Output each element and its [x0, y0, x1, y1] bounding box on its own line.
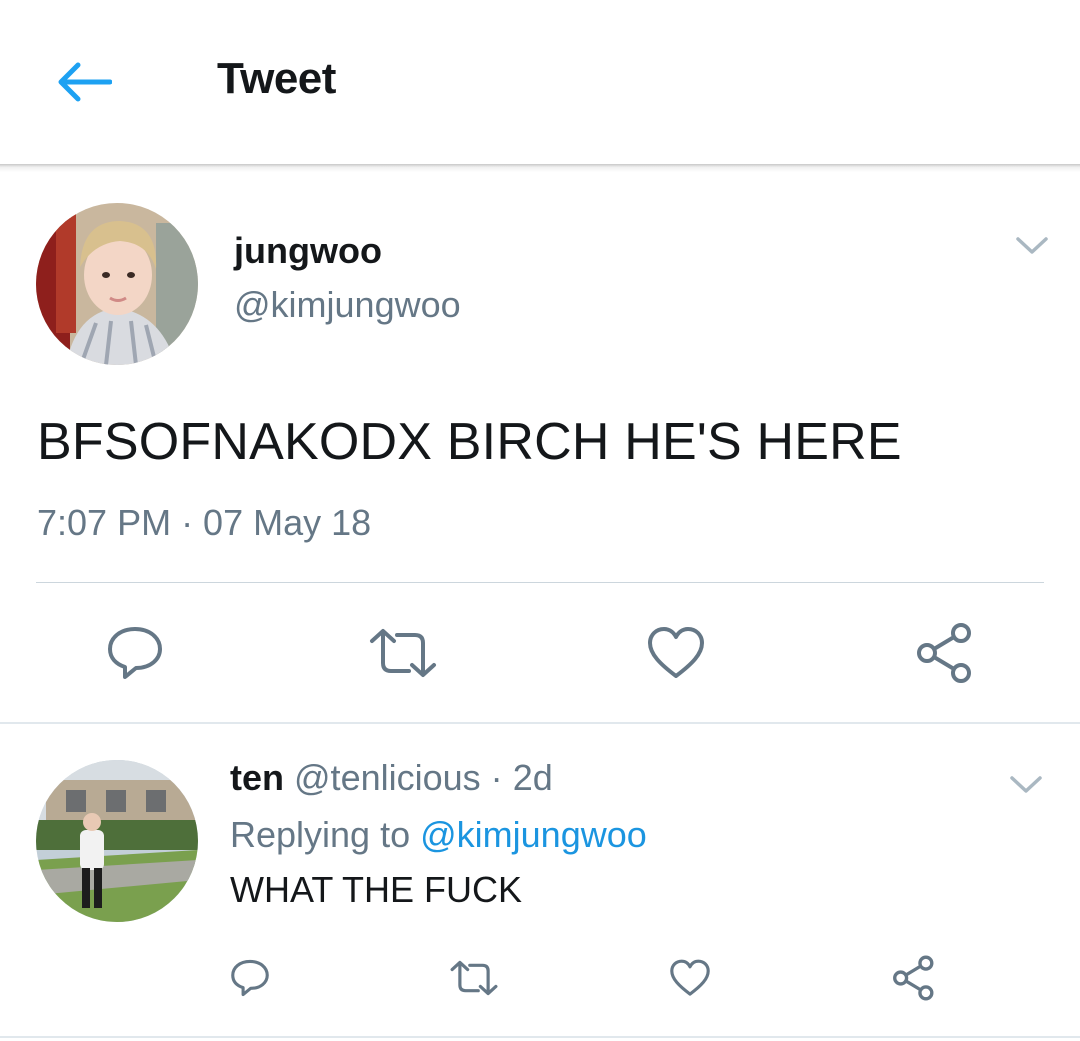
author-name[interactable]: jungwoo [234, 230, 382, 272]
reply-author-name[interactable]: ten [230, 757, 284, 798]
page-title: Tweet [217, 54, 336, 103]
top-bar-shadow [0, 164, 1080, 172]
section-separator [0, 722, 1080, 724]
reply-retweet-button[interactable] [446, 950, 502, 1006]
reply-text: WHAT THE FUCK [230, 869, 523, 910]
like-icon [670, 959, 710, 996]
avatar-photo [36, 760, 198, 922]
author-handle[interactable]: @kimjungwoo [234, 284, 461, 326]
tweet-timestamp[interactable]: 7:07 PM · 07 May 18 [37, 502, 371, 544]
dot-separator: · [490, 757, 503, 798]
like-icon [648, 627, 704, 678]
avatar-photo [36, 203, 198, 365]
reply-icon [231, 959, 269, 997]
tweet-menu-button[interactable] [1012, 231, 1052, 261]
chevron-down-icon [1010, 776, 1042, 793]
chevron-down-icon [1016, 237, 1048, 254]
reply-icon [108, 627, 162, 679]
divider [36, 582, 1044, 583]
retweet-icon [450, 960, 498, 996]
back-button[interactable] [52, 52, 116, 112]
reply-header: ten @tenlicious · 2d [230, 757, 553, 799]
replying-to-label: Replying to [230, 814, 411, 855]
reply-like-button[interactable] [662, 950, 718, 1006]
reply-menu-button[interactable] [1006, 770, 1046, 800]
top-bar: Tweet [0, 0, 1080, 166]
tweet-text: BFSOFNAKODX BIRCH HE'S HERE [37, 413, 902, 471]
reply-age: 2d [512, 757, 553, 798]
reply-author-handle[interactable]: @tenlicious [294, 757, 481, 798]
reply-share-button[interactable] [886, 950, 942, 1006]
retweet-icon [370, 629, 436, 677]
reply-reply-button[interactable] [222, 950, 278, 1006]
retweet-button[interactable] [368, 618, 438, 688]
replying-to-mention[interactable]: @kimjungwoo [420, 814, 647, 855]
reply-author-avatar[interactable] [36, 760, 198, 922]
arrow-left-icon [58, 62, 112, 102]
replying-to: Replying to @kimjungwoo [230, 814, 647, 856]
share-icon [917, 623, 971, 683]
like-button[interactable] [641, 618, 711, 688]
share-button[interactable] [910, 618, 980, 688]
share-icon [893, 955, 934, 1001]
reply-button[interactable] [100, 618, 170, 688]
author-avatar[interactable] [36, 203, 198, 365]
bottom-separator [0, 1036, 1080, 1038]
